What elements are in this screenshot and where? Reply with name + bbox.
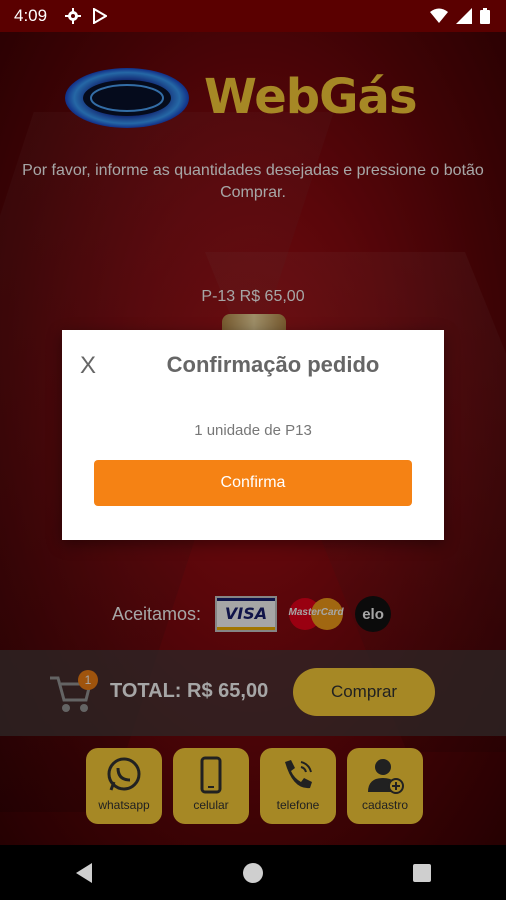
home-button[interactable]	[223, 853, 283, 893]
home-icon	[242, 862, 263, 883]
status-time: 4:09	[14, 6, 48, 25]
dialog-title: Confirmação pedido	[166, 352, 380, 377]
signal-icon	[456, 8, 472, 24]
confirm-button[interactable]: Confirma	[94, 460, 412, 506]
recents-button[interactable]	[392, 853, 452, 893]
gear-icon	[65, 8, 82, 24]
close-button[interactable]: X	[80, 352, 96, 380]
navigation-bar	[0, 845, 506, 900]
back-icon	[76, 862, 93, 883]
app-screen: WebGás Por favor, informe as quantidades…	[0, 32, 506, 845]
status-icons-left	[65, 8, 108, 24]
confirmation-dialog: X Confirmação pedido 1 unidade de P13 Co…	[62, 330, 444, 540]
battery-icon	[480, 8, 490, 24]
status-bar: 4:09	[0, 0, 506, 32]
status-icons-right	[430, 8, 490, 24]
play-store-icon	[93, 8, 108, 24]
wifi-icon	[430, 8, 448, 23]
dialog-message: 1 unidade de P13	[194, 422, 312, 439]
back-button[interactable]	[54, 853, 114, 893]
recents-icon	[412, 863, 431, 882]
